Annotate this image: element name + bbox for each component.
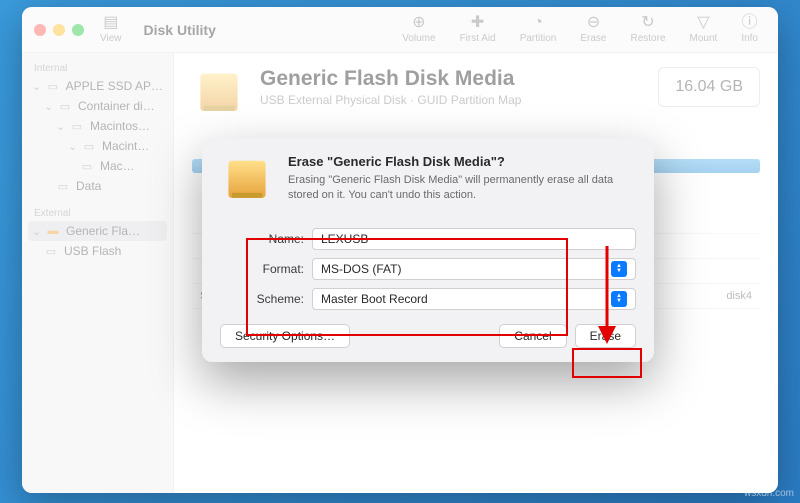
view-button[interactable]: ▤ View xyxy=(92,15,130,44)
external-disk-icon: ▬ xyxy=(46,225,60,237)
cancel-button[interactable]: Cancel xyxy=(499,324,566,348)
volume-icon: ▭ xyxy=(70,120,84,133)
chevron-updown-icon: ▲▼ xyxy=(611,291,627,307)
sidebar-item-macintos[interactable]: ⌄▭Macintos… xyxy=(22,116,173,136)
partition-button[interactable]: ◔ Partition xyxy=(512,15,565,44)
volume-icon: ▭ xyxy=(82,140,96,153)
volume-button[interactable]: ⊕ Volume xyxy=(394,15,443,44)
hdd-icon: ▭ xyxy=(46,80,60,93)
sidebar-item-container[interactable]: ⌄▭Container di… xyxy=(22,96,173,116)
app-title: Disk Utility xyxy=(144,22,216,38)
view-label: View xyxy=(100,33,122,44)
container-icon: ▭ xyxy=(58,100,72,113)
watermark: wsxdn.com xyxy=(744,488,794,499)
disk-subtitle: USB External Physical Disk · GUID Partit… xyxy=(260,93,521,107)
external-disk-dialog-icon xyxy=(220,154,274,208)
minimize-window-button[interactable] xyxy=(53,24,65,36)
capacity-box: 16.04 GB xyxy=(658,67,760,107)
name-label: Name: xyxy=(250,232,312,246)
sidebar-icon: ▤ xyxy=(103,15,118,31)
scheme-label: Scheme: xyxy=(250,292,312,306)
format-label: Format: xyxy=(250,262,312,276)
dialog-description: Erasing "Generic Flash Disk Media" will … xyxy=(288,173,636,203)
zoom-window-button[interactable] xyxy=(72,24,84,36)
info-button[interactable]: ⓘ Info xyxy=(733,15,766,44)
disk-title: Generic Flash Disk Media xyxy=(260,67,521,91)
scheme-select[interactable]: Master Boot Record ▲▼ xyxy=(312,288,636,310)
restore-icon: ↻ xyxy=(641,15,654,31)
scheme-value: Master Boot Record xyxy=(321,292,428,306)
volume-icon: ⊕ xyxy=(412,15,425,31)
name-input[interactable] xyxy=(312,228,636,250)
window-controls xyxy=(34,24,84,36)
sidebar-item-data[interactable]: ▭Data xyxy=(22,176,173,196)
info-icon: ⓘ xyxy=(742,15,758,31)
first-aid-button[interactable]: ✚ First Aid xyxy=(452,15,504,44)
security-options-button[interactable]: Security Options… xyxy=(220,324,350,348)
sidebar-item-usb-flash[interactable]: ▭USB Flash xyxy=(22,241,173,261)
dialog-title: Erase "Generic Flash Disk Media"? xyxy=(288,154,636,169)
external-disk-large-icon xyxy=(192,67,246,121)
mount-button[interactable]: ▽ Mount xyxy=(682,15,726,44)
sidebar: Internal ⌄▭APPLE SSD AP… ⌄▭Container di…… xyxy=(22,53,174,493)
restore-button[interactable]: ↻ Restore xyxy=(623,15,674,44)
sidebar-item-generic-flash[interactable]: ⌄▬Generic Fla… xyxy=(28,221,167,241)
format-value: MS-DOS (FAT) xyxy=(321,262,401,276)
chevron-updown-icon: ▲▼ xyxy=(611,261,627,277)
volume-icon: ▭ xyxy=(44,245,58,258)
sidebar-item-macint[interactable]: ⌄▭Macint… xyxy=(22,136,173,156)
sidebar-heading-external: External xyxy=(22,204,173,221)
toolbar: ▤ View Disk Utility ⊕ Volume ✚ First Aid… xyxy=(22,7,778,53)
mount-icon: ▽ xyxy=(697,15,709,31)
firstaid-icon: ✚ xyxy=(471,15,484,31)
volume-icon: ▭ xyxy=(56,180,70,193)
volume-icon: ▭ xyxy=(80,160,94,173)
partition-icon: ◔ xyxy=(533,15,543,31)
close-window-button[interactable] xyxy=(34,24,46,36)
erase-dialog: Erase "Generic Flash Disk Media"? Erasin… xyxy=(202,138,654,362)
erase-button[interactable]: Erase xyxy=(575,324,636,348)
erase-icon: ⊖ xyxy=(587,15,600,31)
sidebar-item-apple-ssd[interactable]: ⌄▭APPLE SSD AP… xyxy=(22,76,173,96)
sidebar-item-mac[interactable]: ▭Mac… xyxy=(22,156,173,176)
erase-toolbar-button[interactable]: ⊖ Erase xyxy=(572,15,614,44)
sidebar-heading-internal: Internal xyxy=(22,59,173,76)
format-select[interactable]: MS-DOS (FAT) ▲▼ xyxy=(312,258,636,280)
erase-form: Name: Format: MS-DOS (FAT) ▲▼ Scheme: Ma… xyxy=(250,224,636,314)
